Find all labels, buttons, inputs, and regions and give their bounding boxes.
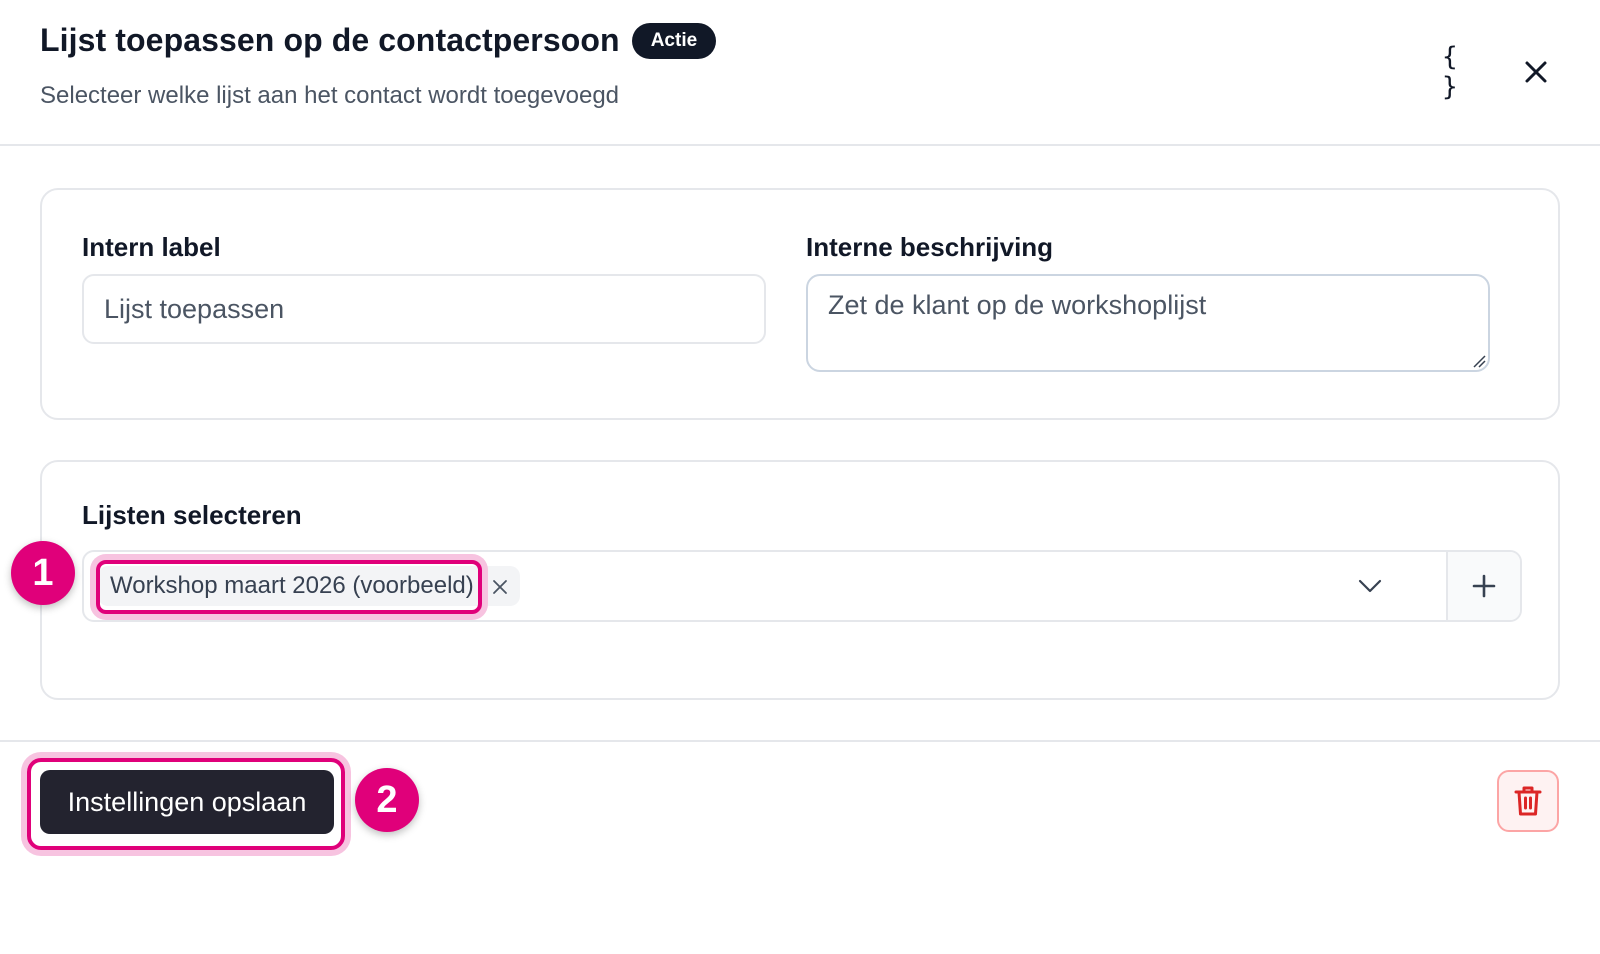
list-multiselect[interactable]: Workshop maart 2026 (voorbeeld) <box>82 550 1522 622</box>
selected-list-label: Workshop maart 2026 (voorbeeld) <box>110 572 474 599</box>
dialog-subtitle: Selecteer welke lijst aan het contact wo… <box>40 82 620 109</box>
resize-grip-icon[interactable] <box>1472 354 1486 368</box>
list-selection-card: Lijsten selecteren Workshop maart 2026 (… <box>40 460 1560 700</box>
title-row: Lijst toepassen op de contactpersoon Act… <box>40 22 717 59</box>
dialog-header: Lijst toepassen op de contactpersoon Act… <box>0 0 1600 146</box>
internal-description-title: Interne beschrijving <box>806 232 1054 262</box>
step-1-callout: 1 <box>11 541 75 605</box>
dialog-title: Lijst toepassen op de contactpersoon <box>40 22 620 58</box>
step-2-callout: 2 <box>355 768 419 832</box>
braces-icon[interactable]: { } <box>1442 42 1486 102</box>
trash-icon <box>1514 786 1542 816</box>
internal-label-title: Intern label <box>82 232 221 262</box>
plus-icon <box>1472 574 1496 598</box>
remove-chip-icon[interactable] <box>484 571 516 603</box>
chevron-down-icon[interactable] <box>1354 570 1386 602</box>
footer-divider <box>0 740 1600 742</box>
delete-button[interactable] <box>1497 770 1559 832</box>
select-lists-title: Lijsten selecteren <box>82 500 302 530</box>
save-settings-button[interactable]: Instellingen opslaan <box>40 770 334 834</box>
general-settings-card: Intern label Interne beschrijving Zet de… <box>40 188 1560 420</box>
description-wrapper: Zet de klant op de workshoplijst <box>806 274 1490 372</box>
internal-description-textarea[interactable]: Zet de klant op de workshoplijst <box>806 274 1490 372</box>
action-badge: Actie <box>631 22 717 59</box>
internal-label-input[interactable] <box>82 274 766 344</box>
close-icon[interactable] <box>1514 50 1558 94</box>
add-list-button[interactable] <box>1446 552 1520 620</box>
